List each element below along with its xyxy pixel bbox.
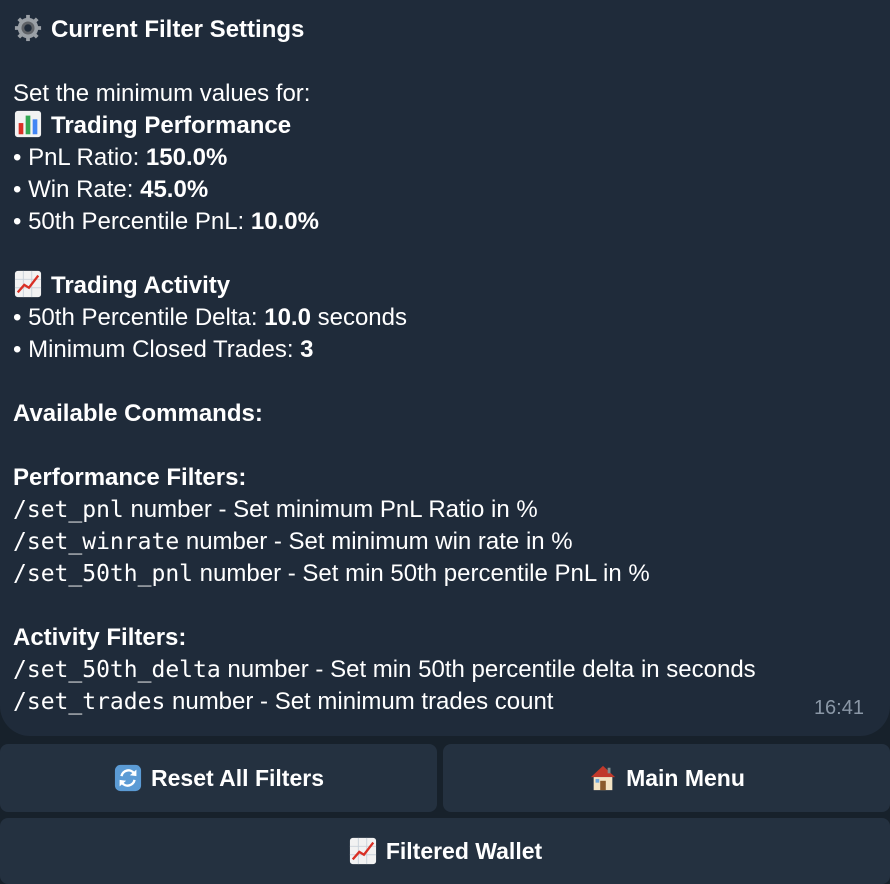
- item-label: Minimum Closed Trades:: [28, 336, 301, 363]
- command-set-pnl[interactable]: /set_pnl: [13, 497, 124, 523]
- performance-filters-heading: Performance Filters:: [13, 464, 247, 491]
- command-desc: number - Set min 50th percentile PnL in …: [193, 560, 650, 587]
- command-line: /set_winrate number - Set minimum win ra…: [13, 526, 890, 558]
- activity-heading: Trading Activity: [13, 270, 890, 302]
- command-set-50th-pnl[interactable]: /set_50th_pnl: [13, 561, 193, 587]
- main-menu-label: Main Menu: [626, 764, 745, 791]
- item-value: 10.0%: [250, 208, 319, 235]
- command-line: /set_50th_pnl number - Set min 50th perc…: [13, 558, 890, 590]
- command-set-50th-delta[interactable]: /set_50th_delta: [13, 657, 221, 683]
- item-label: Win Rate:: [28, 176, 141, 203]
- filtered-wallet-button[interactable]: Filtered Wallet: [0, 818, 890, 884]
- item-label: 50th Percentile Delta:: [28, 304, 265, 331]
- activity-item: • Minimum Closed Trades: 3: [13, 336, 314, 363]
- filtered-wallet-label: Filtered Wallet: [385, 837, 543, 864]
- message-time: 16:41: [813, 697, 864, 719]
- item-suffix: seconds: [310, 304, 407, 331]
- title-line: Current Filter Settings: [13, 14, 890, 46]
- chart-increasing-icon: [349, 837, 376, 865]
- title-text: Current Filter Settings: [51, 16, 305, 43]
- performance-item: • Win Rate: 45.0%: [13, 176, 209, 203]
- item-label: 50th Percentile PnL:: [28, 208, 251, 235]
- activity-filters-heading: Activity Filters:: [13, 624, 187, 651]
- reset-label: Reset All Filters: [151, 764, 324, 791]
- house-icon: [590, 765, 616, 791]
- refresh-icon: [114, 764, 142, 792]
- reset-all-filters-button[interactable]: Reset All Filters: [0, 744, 437, 812]
- item-value: 45.0%: [140, 176, 209, 203]
- performance-heading: Trading Performance: [13, 110, 890, 142]
- command-set-winrate[interactable]: /set_winrate: [13, 529, 179, 555]
- item-value: 10.0: [264, 304, 311, 331]
- item-value: 3: [300, 336, 314, 363]
- command-desc: number - Set minimum win rate in %: [179, 528, 573, 555]
- command-desc: number - Set min 50th percentile delta i…: [220, 656, 756, 683]
- item-value: 150.0%: [145, 144, 228, 171]
- main-menu-button[interactable]: Main Menu: [443, 744, 890, 812]
- intro-text: Set the minimum values for:: [13, 80, 311, 107]
- performance-item: • PnL Ratio: 150.0%: [13, 144, 228, 171]
- message-bubble: Current Filter Settings Set the minimum …: [0, 0, 890, 736]
- performance-item: • 50th Percentile PnL: 10.0%: [13, 208, 319, 235]
- chart-increasing-icon: [14, 270, 42, 298]
- commands-heading: Available Commands:: [13, 400, 263, 427]
- command-desc: number - Set minimum trades count: [165, 688, 554, 715]
- command-desc: number - Set minimum PnL Ratio in %: [123, 496, 538, 523]
- bar-chart-icon: [14, 110, 42, 138]
- command-line: /set_50th_delta number - Set min 50th pe…: [13, 654, 890, 686]
- command-set-trades[interactable]: /set_trades: [13, 689, 165, 715]
- activity-item: • 50th Percentile Delta: 10.0 seconds: [13, 304, 407, 331]
- command-line: /set_trades number - Set minimum trades …: [13, 686, 890, 718]
- performance-heading-text: Trading Performance: [51, 112, 292, 139]
- activity-heading-text: Trading Activity: [51, 272, 231, 299]
- gear-icon: [14, 14, 42, 42]
- item-label: PnL Ratio:: [28, 144, 146, 171]
- command-line: /set_pnl number - Set minimum PnL Ratio …: [13, 494, 890, 526]
